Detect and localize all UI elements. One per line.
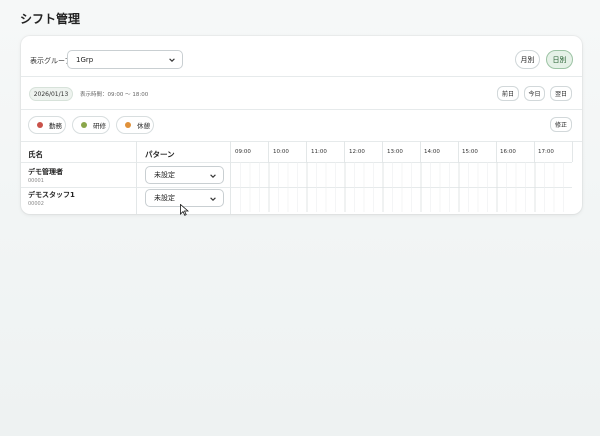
pattern-select-value: 未設定 xyxy=(154,194,175,202)
legend-label: 休憩 xyxy=(137,122,150,130)
shift-card: 表示グループ 1Grp 月別 日別 2026/01/13 表示時間：09:00 … xyxy=(21,36,582,214)
display-time-label: 表示時間：09:00 〜 18:00 xyxy=(80,92,149,98)
page-title: シフト管理 xyxy=(20,12,81,26)
employee-id: 00002 xyxy=(28,201,44,207)
chevron-down-icon xyxy=(210,197,216,201)
column-separator xyxy=(572,141,573,162)
timeline-grid[interactable] xyxy=(231,162,572,212)
divider xyxy=(21,109,582,110)
current-date-badge: 2026/01/13 xyxy=(29,87,73,101)
legend-dot xyxy=(125,122,131,128)
hour-separator xyxy=(344,141,345,162)
mouse-pointer-icon xyxy=(180,204,189,216)
employee-name: デモ管理者 xyxy=(28,168,63,176)
hour-separator xyxy=(306,141,307,162)
column-header-name: 氏名 xyxy=(28,150,43,159)
next-day-button[interactable]: 翌日 xyxy=(550,86,572,101)
pattern-select[interactable]: 未設定 xyxy=(145,166,224,184)
chevron-down-icon xyxy=(210,174,216,178)
hour-label: 13:00 xyxy=(387,149,403,155)
hour-separator xyxy=(382,141,383,162)
hour-label: 14:00 xyxy=(424,149,440,155)
group-label: 表示グループ xyxy=(30,57,72,65)
employee-name: デモスタッフ1 xyxy=(28,191,75,199)
hour-separator xyxy=(534,141,535,162)
legend-item-break: 休憩 xyxy=(116,116,154,134)
prev-day-button[interactable]: 前日 xyxy=(497,86,519,101)
hour-separator xyxy=(458,141,459,162)
legend-dot xyxy=(81,122,87,128)
legend-item-training: 研修 xyxy=(72,116,110,134)
hour-separator xyxy=(420,141,421,162)
chevron-down-icon xyxy=(169,58,175,62)
hour-separator xyxy=(496,141,497,162)
group-select[interactable]: 1Grp xyxy=(67,50,183,69)
group-select-value: 1Grp xyxy=(76,55,94,64)
legend-label: 勤務 xyxy=(49,122,62,130)
hour-label: 15:00 xyxy=(462,149,478,155)
hour-separator xyxy=(268,141,269,162)
view-day-button[interactable]: 日別 xyxy=(546,50,573,69)
legend-item-work: 勤務 xyxy=(28,116,66,134)
legend-label: 研修 xyxy=(93,122,106,130)
hour-label: 16:00 xyxy=(500,149,516,155)
hour-label: 10:00 xyxy=(273,149,289,155)
employee-id: 00001 xyxy=(28,178,44,184)
view-month-button[interactable]: 月別 xyxy=(515,50,540,69)
hour-label: 17:00 xyxy=(538,149,554,155)
pattern-select-value: 未設定 xyxy=(154,171,175,179)
column-header-pattern: パターン xyxy=(145,150,175,159)
hour-label: 09:00 xyxy=(235,149,251,155)
divider xyxy=(21,76,582,77)
edit-button[interactable]: 修正 xyxy=(550,117,572,132)
today-button[interactable]: 今日 xyxy=(524,86,545,101)
hour-label: 11:00 xyxy=(311,149,327,155)
divider xyxy=(21,141,582,142)
legend-dot xyxy=(37,122,43,128)
column-separator xyxy=(136,141,137,214)
hour-label: 12:00 xyxy=(349,149,365,155)
